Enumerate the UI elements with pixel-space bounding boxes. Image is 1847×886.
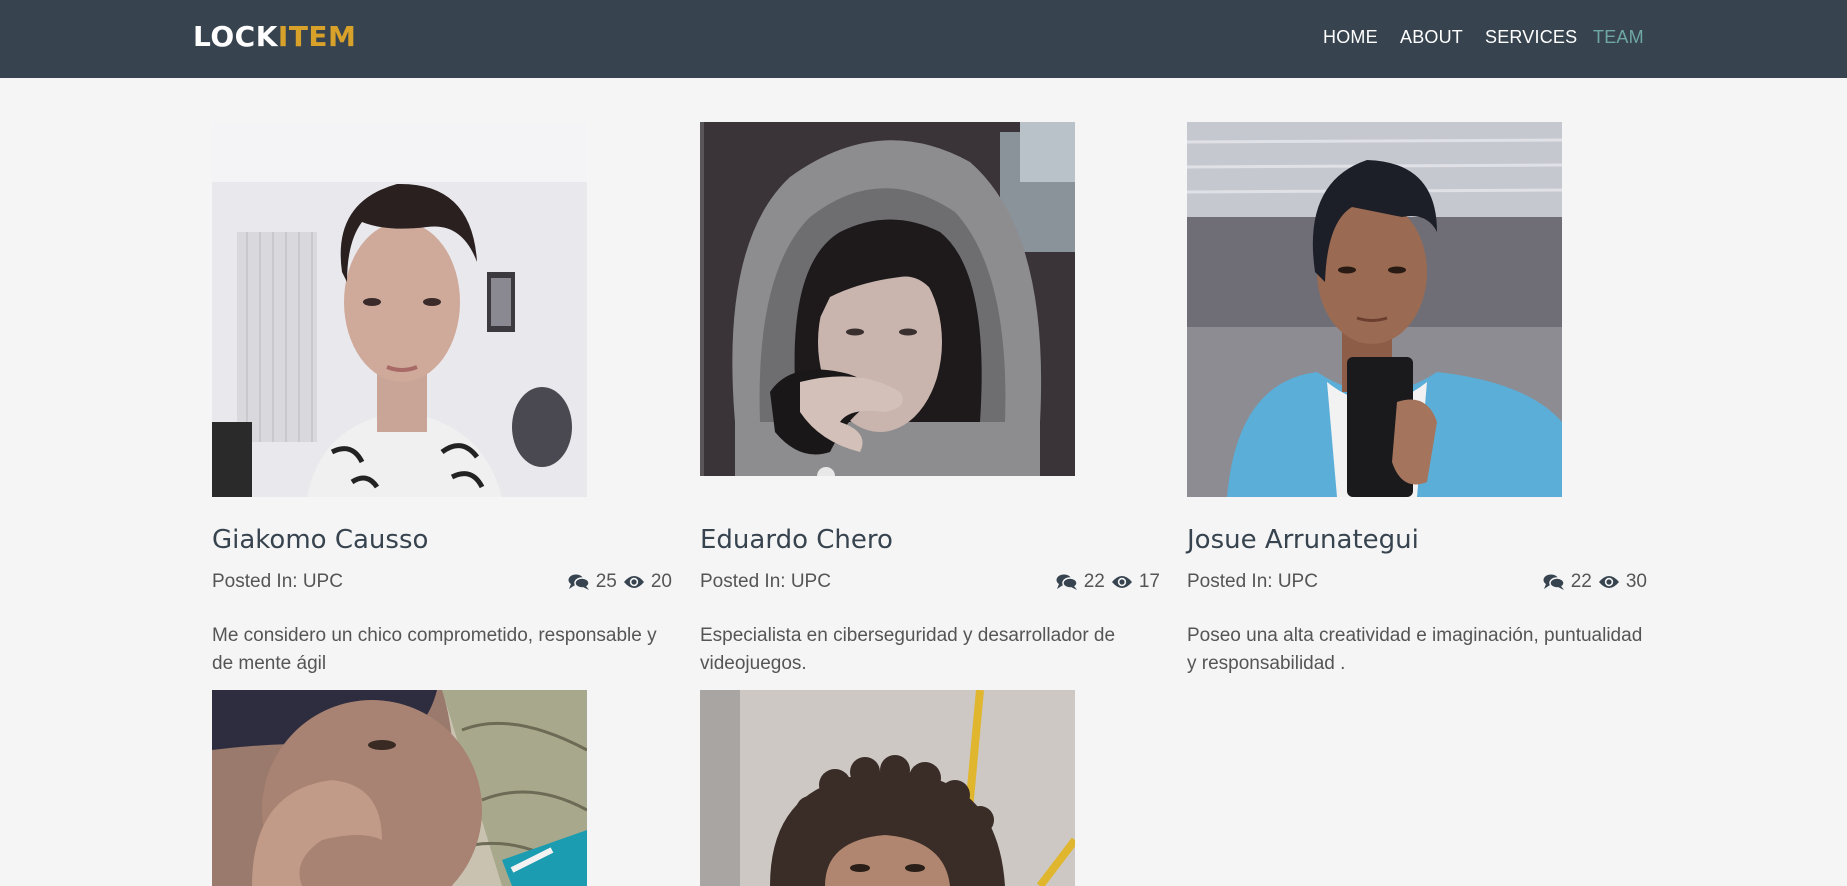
nav-home[interactable]: HOME <box>1323 27 1378 51</box>
comments-count: 25 <box>595 571 617 592</box>
member-name: Giakomo Causso <box>212 525 429 555</box>
comments-icon <box>568 573 590 591</box>
member-posted-in: Posted In: UPC <box>212 571 343 592</box>
member-description: Poseo una alta creatividad e imaginación… <box>1187 625 1643 674</box>
member-stats: 22 30 <box>1543 571 1647 593</box>
member-photo <box>212 690 587 886</box>
member-posted-in: Posted In: UPC <box>1187 571 1318 592</box>
member-description: Me considero un chico comprometido, resp… <box>212 625 657 674</box>
views-count: 30 <box>1625 571 1647 592</box>
team-card <box>700 690 1160 886</box>
comments-count: 22 <box>1570 571 1592 592</box>
brand-logo[interactable]: LOCKITEM <box>193 20 356 53</box>
eye-icon <box>623 574 645 590</box>
eye-icon <box>1598 574 1620 590</box>
member-photo <box>1187 122 1562 497</box>
member-name: Josue Arrunategui <box>1187 525 1419 555</box>
comments-icon <box>1543 573 1565 591</box>
team-card <box>212 690 672 886</box>
member-posted-in: Posted In: UPC <box>700 571 831 592</box>
comments-icon <box>1056 573 1078 591</box>
comments-count: 22 <box>1083 571 1105 592</box>
nav-about[interactable]: ABOUT <box>1400 27 1463 51</box>
brand-logo-part1: LOCK <box>193 20 278 53</box>
navbar: LOCKITEM HOME ABOUT SERVICES TEAM <box>0 0 1847 78</box>
member-stats: 22 17 <box>1056 571 1160 593</box>
nav-services[interactable]: SERVICES <box>1485 27 1577 51</box>
member-photo <box>212 122 587 497</box>
member-photo <box>700 690 1075 886</box>
member-description: Especialista en ciberseguridad y desarro… <box>700 625 1116 674</box>
eye-icon <box>1111 574 1133 590</box>
member-photo <box>700 122 1075 476</box>
views-count: 17 <box>1138 571 1160 592</box>
nav-team[interactable]: TEAM <box>1593 27 1644 51</box>
member-stats: 25 20 <box>568 571 672 593</box>
member-name: Eduardo Chero <box>700 525 893 555</box>
views-count: 20 <box>650 571 672 592</box>
brand-logo-part2: ITEM <box>277 20 357 53</box>
